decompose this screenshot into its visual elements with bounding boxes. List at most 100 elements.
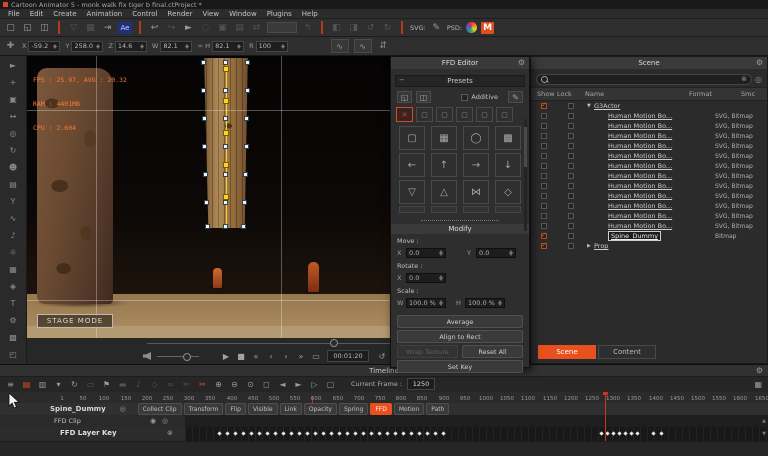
preset-taper-down-icon[interactable]: ▽ bbox=[399, 180, 425, 204]
ffd-lattice-point[interactable] bbox=[223, 172, 228, 177]
keyframe-diamond[interactable] bbox=[369, 431, 373, 435]
rotate-x-field[interactable]: 0.0 bbox=[406, 273, 446, 283]
export-video-icon[interactable]: ⇥ bbox=[101, 21, 114, 34]
clip-edit-icon[interactable]: ▬ bbox=[117, 379, 128, 390]
scene-row[interactable]: ▶ Prop bbox=[531, 241, 767, 251]
open-project-icon[interactable]: ◱ bbox=[21, 21, 34, 34]
zoom-tool-icon[interactable]: ◎ bbox=[7, 128, 19, 139]
scene-row[interactable]: ▼ G3Actor bbox=[531, 101, 767, 111]
track-name[interactable]: Spine_Dummy bbox=[50, 405, 106, 413]
scene-row[interactable]: Human Motion Bo... SVG, Bitmap bbox=[531, 181, 767, 191]
expand-arrow-icon[interactable]: ▼ bbox=[587, 103, 594, 109]
menu-item[interactable]: Control bbox=[127, 10, 162, 18]
layer-order-field[interactable] bbox=[267, 22, 297, 33]
menu-item[interactable]: Edit bbox=[25, 10, 49, 18]
keyframe-diamond[interactable] bbox=[305, 431, 309, 435]
ffd-lattice-point[interactable] bbox=[244, 144, 249, 149]
keyframe-diamond[interactable] bbox=[225, 431, 229, 435]
preset-scrollbar[interactable] bbox=[524, 119, 527, 231]
menu-item[interactable]: Help bbox=[297, 10, 323, 18]
sprite-editor-icon[interactable]: ▤ bbox=[7, 179, 19, 190]
show-checkbox[interactable] bbox=[541, 213, 547, 219]
select-cursor-icon[interactable]: ► bbox=[182, 21, 195, 34]
preset-move-right-icon[interactable]: → bbox=[463, 153, 489, 177]
load-preset-button[interactable]: ◱ bbox=[397, 91, 412, 103]
range-select-icon[interactable]: ▭ bbox=[85, 379, 96, 390]
move-x-field[interactable]: 0.0 bbox=[406, 248, 446, 258]
keyframe-diamond[interactable] bbox=[377, 431, 381, 435]
link-clip-icon[interactable]: ∞ bbox=[165, 379, 176, 390]
ffd-spine-node[interactable] bbox=[223, 66, 229, 72]
set-key-button[interactable]: Set Key bbox=[397, 360, 523, 373]
preset-move-left-icon[interactable]: ← bbox=[399, 153, 425, 177]
ffd-lattice-point[interactable] bbox=[245, 88, 250, 93]
scene-row[interactable]: Human Motion Bo... SVG, Bitmap bbox=[531, 131, 767, 141]
scene-item-name[interactable]: Human Motion Bo... bbox=[608, 222, 672, 230]
show-checkbox[interactable] bbox=[541, 103, 547, 109]
move-y-field[interactable]: 0.0 bbox=[476, 248, 516, 258]
ffd-spine-node[interactable] bbox=[223, 130, 229, 136]
keyframe-diamond[interactable] bbox=[629, 431, 633, 435]
preset-none-icon[interactable]: ✕ bbox=[396, 107, 413, 122]
show-checkbox[interactable] bbox=[541, 193, 547, 199]
after-effects-badge[interactable]: Ae bbox=[118, 22, 132, 34]
menu-item[interactable]: View bbox=[197, 10, 224, 18]
tab-content[interactable]: Content bbox=[598, 345, 656, 359]
zoom-in-icon[interactable]: ⊕ bbox=[213, 379, 224, 390]
prev-marker-icon[interactable]: ◄ bbox=[277, 379, 288, 390]
transform-value-field[interactable]: 100 bbox=[256, 41, 288, 52]
transform-tool-icon[interactable]: + bbox=[7, 77, 19, 88]
toolbar-separator[interactable] bbox=[58, 21, 60, 34]
ffd-lattice-point[interactable] bbox=[202, 116, 207, 121]
track-category-button[interactable]: Opacity bbox=[304, 403, 337, 415]
scene-row[interactable]: Human Motion Bo... SVG, Bitmap bbox=[531, 121, 767, 131]
show-checkbox[interactable] bbox=[541, 233, 547, 239]
ffd-clip-track[interactable] bbox=[185, 415, 768, 427]
gear-icon[interactable]: ⚙ bbox=[756, 58, 763, 67]
keyframe-diamond[interactable] bbox=[635, 431, 639, 435]
keyframe-diamond[interactable] bbox=[401, 431, 405, 435]
zoom-slider-handle[interactable] bbox=[330, 339, 338, 347]
psd-label[interactable]: PSD: bbox=[447, 21, 462, 34]
keyframe-diamond[interactable] bbox=[385, 431, 389, 435]
menu-item[interactable]: Window bbox=[224, 10, 262, 18]
show-checkbox[interactable] bbox=[541, 223, 547, 229]
lock-checkbox[interactable] bbox=[568, 123, 574, 129]
show-checkbox[interactable] bbox=[541, 203, 547, 209]
to<br-separator[interactable] bbox=[321, 21, 323, 34]
keyframe-diamond[interactable] bbox=[281, 431, 285, 435]
track-category-button[interactable]: Visible bbox=[248, 403, 278, 415]
scene-item-name[interactable]: Human Motion Bo... bbox=[608, 112, 672, 120]
track-category-button[interactable]: Flip bbox=[225, 403, 246, 415]
audio-track-icon[interactable]: ♪ bbox=[133, 379, 144, 390]
stop-button[interactable]: ■ bbox=[236, 352, 246, 361]
keyframe-diamond[interactable] bbox=[623, 431, 627, 435]
scroll-up-icon[interactable]: ▲ bbox=[762, 418, 766, 424]
pan-tool-icon[interactable]: ↔ bbox=[7, 111, 19, 122]
loop-playback-icon[interactable]: ↻ bbox=[69, 379, 80, 390]
keyframe-diamond[interactable] bbox=[651, 431, 655, 435]
reset-all-button[interactable]: Reset All bbox=[462, 345, 523, 358]
face-puppet-icon[interactable]: ☻ bbox=[7, 162, 19, 173]
clip-toggle-icon[interactable]: ◉ bbox=[150, 417, 156, 425]
ffd-lattice-point[interactable] bbox=[203, 172, 208, 177]
keyframe-diamond[interactable] bbox=[321, 431, 325, 435]
prev-frame-button[interactable]: ‹ bbox=[266, 352, 276, 361]
audio-tool-icon[interactable]: ♪ bbox=[7, 230, 19, 241]
svg-label[interactable]: SVG: bbox=[410, 21, 426, 34]
tab-scene[interactable]: Scene bbox=[538, 345, 596, 359]
show-checkbox[interactable] bbox=[541, 143, 547, 149]
lock-checkbox[interactable] bbox=[568, 133, 574, 139]
more-tracks-icon[interactable]: ▾ bbox=[53, 379, 64, 390]
collapse-icon[interactable]: − bbox=[399, 76, 405, 84]
scene-row[interactable]: Human Motion Bo... SVG, Bitmap bbox=[531, 171, 767, 181]
lock-checkbox[interactable] bbox=[568, 143, 574, 149]
lock-checkbox[interactable] bbox=[568, 193, 574, 199]
undo-icon[interactable]: ↩ bbox=[148, 21, 161, 34]
preset-anchor-4-icon[interactable]: ▢ bbox=[436, 107, 453, 122]
transform-value-field[interactable]: 82.1 bbox=[160, 41, 192, 52]
lock-checkbox[interactable] bbox=[568, 153, 574, 159]
fit-project-icon[interactable]: ◻ bbox=[261, 379, 272, 390]
lock-checkbox[interactable] bbox=[568, 183, 574, 189]
playhead[interactable] bbox=[605, 392, 606, 441]
